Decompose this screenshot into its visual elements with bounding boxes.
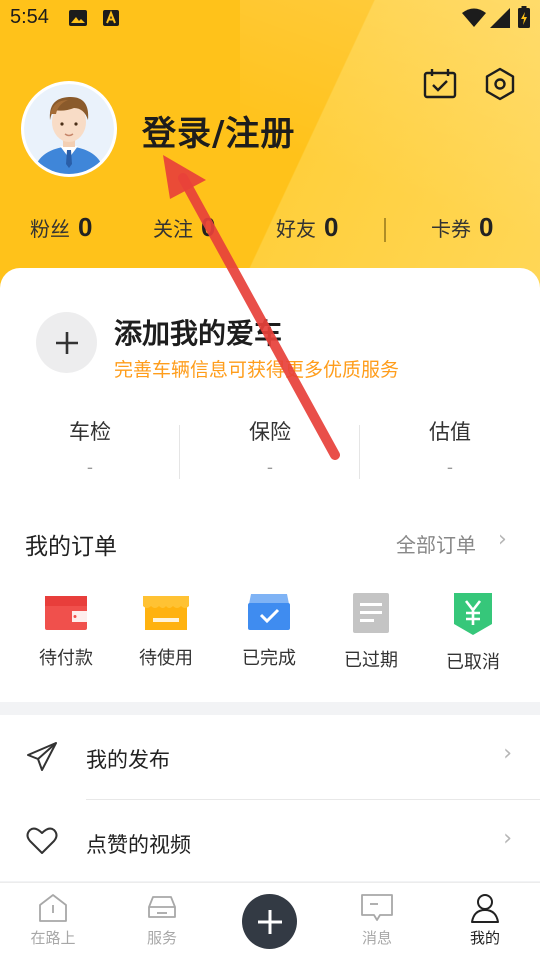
- paper-plane-icon: [27, 742, 57, 771]
- image-notification-icon: [69, 10, 87, 26]
- tab-mine[interactable]: 我的: [435, 893, 535, 948]
- shop-icon: [143, 596, 189, 630]
- order-label: 待付款: [39, 648, 93, 669]
- tab-label: 在路上: [30, 929, 76, 947]
- app-notification-icon: [103, 10, 119, 26]
- login-register-link[interactable]: 登录/注册: [142, 106, 295, 155]
- profile-stats: 粉丝 0 关注 0 好友 0 卡券 0: [0, 212, 540, 252]
- menu-item-label: 点赞的视频: [86, 833, 191, 857]
- order-completed[interactable]: 已完成: [219, 592, 319, 670]
- car-stat-value: -: [86, 458, 94, 478]
- tab-service[interactable]: 服务: [112, 893, 212, 948]
- publish-button[interactable]: [242, 894, 297, 949]
- avatar[interactable]: [21, 81, 117, 177]
- menu-list: 我的发布 › 点赞的视频 ›: [0, 715, 540, 881]
- stat-value: 0: [78, 212, 93, 242]
- car-stat-insurance[interactable]: 保险 -: [180, 416, 360, 478]
- status-time: 5:54: [10, 6, 49, 28]
- stat-label: 粉丝: [30, 217, 70, 241]
- add-car-button[interactable]: [36, 312, 97, 373]
- tab-on-the-road[interactable]: 在路上: [3, 893, 103, 948]
- plus-icon: [257, 909, 282, 934]
- chevron-right-icon: ›: [503, 741, 512, 766]
- tab-label: 服务: [146, 929, 177, 947]
- car-icon: [148, 896, 176, 918]
- order-to-use[interactable]: 待使用: [116, 592, 216, 670]
- box-check-icon: [248, 594, 290, 630]
- message-icon: [361, 894, 393, 921]
- status-bar: 5:54: [0, 0, 540, 36]
- menu-item-my-posts[interactable]: 我的发布 ›: [0, 715, 540, 799]
- order-cancelled[interactable]: 已取消: [423, 592, 523, 674]
- car-stat-inspection[interactable]: 车检 -: [0, 416, 180, 478]
- tab-label: 我的: [469, 929, 500, 947]
- document-icon: [353, 593, 389, 633]
- stat-friends[interactable]: 好友 0: [276, 212, 338, 243]
- plus-icon: [55, 331, 78, 354]
- car-stat-valuation[interactable]: 估值 -: [360, 416, 540, 478]
- all-orders-link[interactable]: 全部订单: [396, 529, 476, 558]
- stat-value: 0: [201, 212, 216, 242]
- battery-charging-icon: [518, 6, 530, 28]
- menu-item-label: 我的发布: [86, 748, 170, 772]
- stat-following[interactable]: 关注 0: [153, 212, 215, 243]
- add-car-subtitle: 完善车辆信息可获得更多优质服务: [114, 359, 400, 381]
- car-stat-label: 车检: [69, 420, 111, 444]
- settings-icon[interactable]: [482, 66, 518, 102]
- order-label: 已过期: [344, 650, 398, 671]
- wallet-icon: [45, 596, 87, 630]
- car-stat-label: 保险: [249, 420, 291, 444]
- heart-icon: [26, 827, 58, 854]
- car-stat-value: -: [266, 458, 274, 478]
- stat-value: 0: [479, 212, 494, 242]
- stat-label: 卡券: [431, 217, 471, 241]
- menu-item-liked-videos[interactable]: 点赞的视频 ›: [0, 800, 540, 884]
- tab-messages[interactable]: 消息: [327, 893, 427, 948]
- chevron-right-icon[interactable]: ›: [498, 527, 507, 552]
- stat-label: 好友: [276, 217, 316, 241]
- add-car-title[interactable]: 添加我的爱车: [114, 312, 282, 352]
- calendar-check-icon[interactable]: [422, 66, 458, 102]
- stats-divider: [384, 218, 386, 242]
- person-icon: [471, 894, 499, 923]
- car-stat-label: 估值: [429, 420, 471, 444]
- wifi-icon: [462, 8, 486, 27]
- stat-fans[interactable]: 粉丝 0: [30, 212, 92, 243]
- tab-label: 消息: [361, 929, 392, 947]
- default-avatar-icon: [24, 84, 114, 174]
- order-label: 已取消: [446, 652, 500, 673]
- stat-coupons[interactable]: 卡券 0: [431, 212, 493, 243]
- order-pending-payment[interactable]: 待付款: [16, 592, 116, 670]
- order-label: 待使用: [139, 648, 193, 669]
- stat-label: 关注: [153, 217, 193, 241]
- signal-icon: [490, 8, 510, 28]
- car-stat-value: -: [446, 458, 454, 478]
- road-icon: [39, 894, 67, 922]
- stat-value: 0: [324, 212, 339, 242]
- order-label: 已完成: [242, 648, 296, 669]
- orders-title: 我的订单: [25, 534, 117, 560]
- order-expired[interactable]: 已过期: [321, 592, 421, 672]
- yen-shield-icon: [454, 593, 492, 635]
- chevron-right-icon: ›: [503, 826, 512, 851]
